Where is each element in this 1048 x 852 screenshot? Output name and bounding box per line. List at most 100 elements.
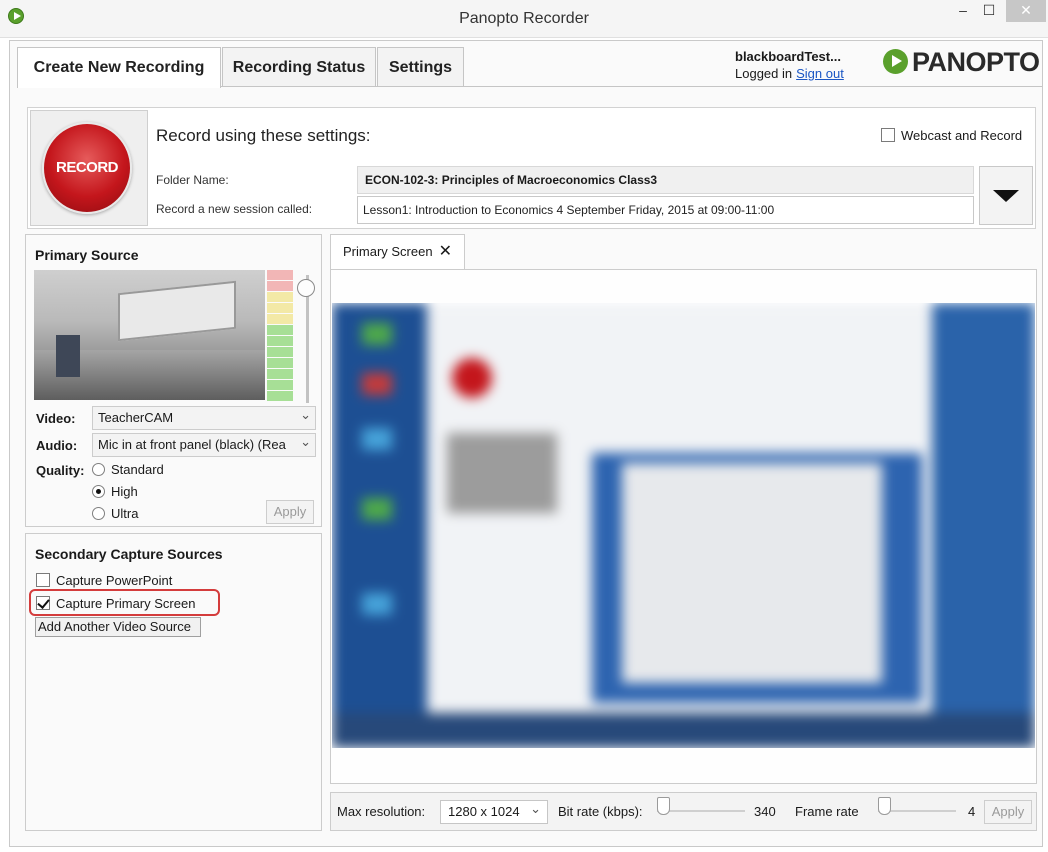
window-title: Panopto Recorder [459,10,589,27]
record-button[interactable]: RECORD [42,122,132,214]
webcast-and-record-option[interactable]: Webcast and Record [881,128,1022,143]
blur-bottom [332,713,1035,748]
blur-tile [362,373,392,395]
capture-primary-screen-label: Capture Primary Screen [56,596,196,611]
max-resolution-label: Max resolution: [337,804,426,819]
bitrate-slider-thumb[interactable] [657,797,670,815]
framerate-value: 4 [968,804,976,819]
blur-taskbar [332,303,427,748]
panopto-logo: PANOPTO [883,47,1040,78]
primary-source-panel: Primary Source Video: TeacherCAM Audio: … [25,234,322,527]
blur-right [932,303,1035,748]
tab-create-new-recording[interactable]: Create New Recording [17,47,221,88]
panopto-logo-text: PANOPTO [912,47,1040,77]
blur-thumb [447,433,557,513]
blur-tile [362,323,392,345]
level-segment [267,281,293,291]
quality-high-option[interactable]: High [92,484,138,499]
audio-source-select[interactable]: Mic in at front panel (black) (Rea [92,433,316,457]
folder-name-label: Folder Name: [156,173,229,187]
quality-standard-radio[interactable] [92,463,105,476]
video-label: Video: [36,411,76,426]
maximize-button[interactable]: ☐ [976,0,1002,22]
max-resolution-select[interactable]: 1280 x 1024 [440,798,548,824]
record-button-frame: RECORD [30,110,148,226]
session-name-input[interactable]: Lesson1: Introduction to Economics 4 Sep… [357,196,974,224]
capture-settings-bar: Max resolution: 1280 x 1024 Bit rate (kb… [330,792,1037,831]
quality-standard-label: Standard [111,462,164,477]
folder-dropdown-button[interactable] [979,166,1033,225]
quality-standard-option[interactable]: Standard [92,462,164,477]
bitrate-value: 340 [754,804,776,819]
capture-primary-screen-option[interactable]: Capture Primary Screen [36,596,195,611]
capture-apply-button[interactable]: Apply [984,800,1032,824]
quality-high-label: High [111,484,138,499]
bitrate-label: Bit rate (kbps): [558,804,643,819]
add-video-source-button[interactable]: Add Another Video Source [35,617,201,637]
level-segment [267,314,293,324]
level-segment [267,391,293,401]
quality-label: Quality: [36,463,85,478]
capture-powerpoint-checkbox[interactable] [36,573,50,587]
blur-inner [622,463,882,683]
preview-cabinet [56,335,80,377]
close-tab-icon[interactable]: ✕ [439,243,452,260]
level-segment [267,336,293,346]
close-window-button[interactable]: ✕ [1006,0,1046,22]
webcam-preview [34,270,265,400]
secondary-sources-title: Secondary Capture Sources [35,546,223,562]
quality-ultra-radio[interactable] [92,507,105,520]
primary-apply-button[interactable]: Apply [266,500,314,524]
tab-recording-status[interactable]: Recording Status [222,47,376,87]
session-name-label: Record a new session called: [156,202,313,216]
panopto-logo-icon [883,49,908,74]
primary-source-title: Primary Source [35,247,139,263]
primary-screen-tab[interactable]: Primary Screen ✕ [330,234,465,270]
framerate-slider-thumb[interactable] [878,797,891,815]
screen-capture-preview [332,303,1035,748]
quality-ultra-option[interactable]: Ultra [92,506,138,521]
quality-ultra-label: Ultra [111,506,139,521]
audio-level-meter [267,270,293,403]
preview-whiteboard [118,280,236,342]
level-segment [267,292,293,302]
capture-powerpoint-label: Capture PowerPoint [56,573,173,588]
recorder-window: Create New Recording Recording Status Se… [9,40,1043,847]
record-settings-heading: Record using these settings: [156,126,371,145]
blur-record [452,358,492,398]
record-settings-panel: RECORD Record using these settings: Webc… [27,107,1036,229]
blur-tile [362,593,392,615]
blur-tile [362,428,392,450]
login-status-text: Logged in [735,66,793,81]
audio-gain-slider[interactable] [297,279,315,297]
user-name: blackboardTest... [735,49,841,64]
level-segment [267,347,293,357]
folder-name-field[interactable]: ECON-102-3: Principles of Macroeconomics… [357,166,974,194]
webcast-label: Webcast and Record [901,128,1023,143]
audio-label: Audio: [36,438,78,453]
level-segment [267,303,293,313]
level-segment [267,358,293,368]
login-status: Logged in Sign out [735,66,844,81]
level-segment [267,270,293,280]
secondary-sources-panel: Secondary Capture Sources Capture PowerP… [25,533,322,831]
sign-out-link[interactable]: Sign out [796,66,844,81]
video-source-select[interactable]: TeacherCAM [92,406,316,430]
level-segment [267,325,293,335]
title-bar: Panopto Recorder – ☐ ✕ [0,0,1048,38]
capture-primary-screen-checkbox[interactable] [36,596,50,610]
level-segment [267,380,293,390]
level-segment [267,369,293,379]
blur-tile [362,498,392,520]
tab-bar: Create New Recording Recording Status Se… [10,41,1042,88]
tab-settings[interactable]: Settings [377,47,464,87]
tab-divider [221,86,1042,87]
webcast-checkbox[interactable] [881,128,895,142]
minimize-button[interactable]: – [950,0,976,22]
screen-preview-area [330,269,1037,784]
quality-high-radio[interactable] [92,485,105,498]
blurred-screen-image [332,303,1035,748]
bitrate-slider-track[interactable] [657,810,745,812]
framerate-label: Frame rate [795,804,859,819]
capture-powerpoint-option[interactable]: Capture PowerPoint [36,573,172,588]
